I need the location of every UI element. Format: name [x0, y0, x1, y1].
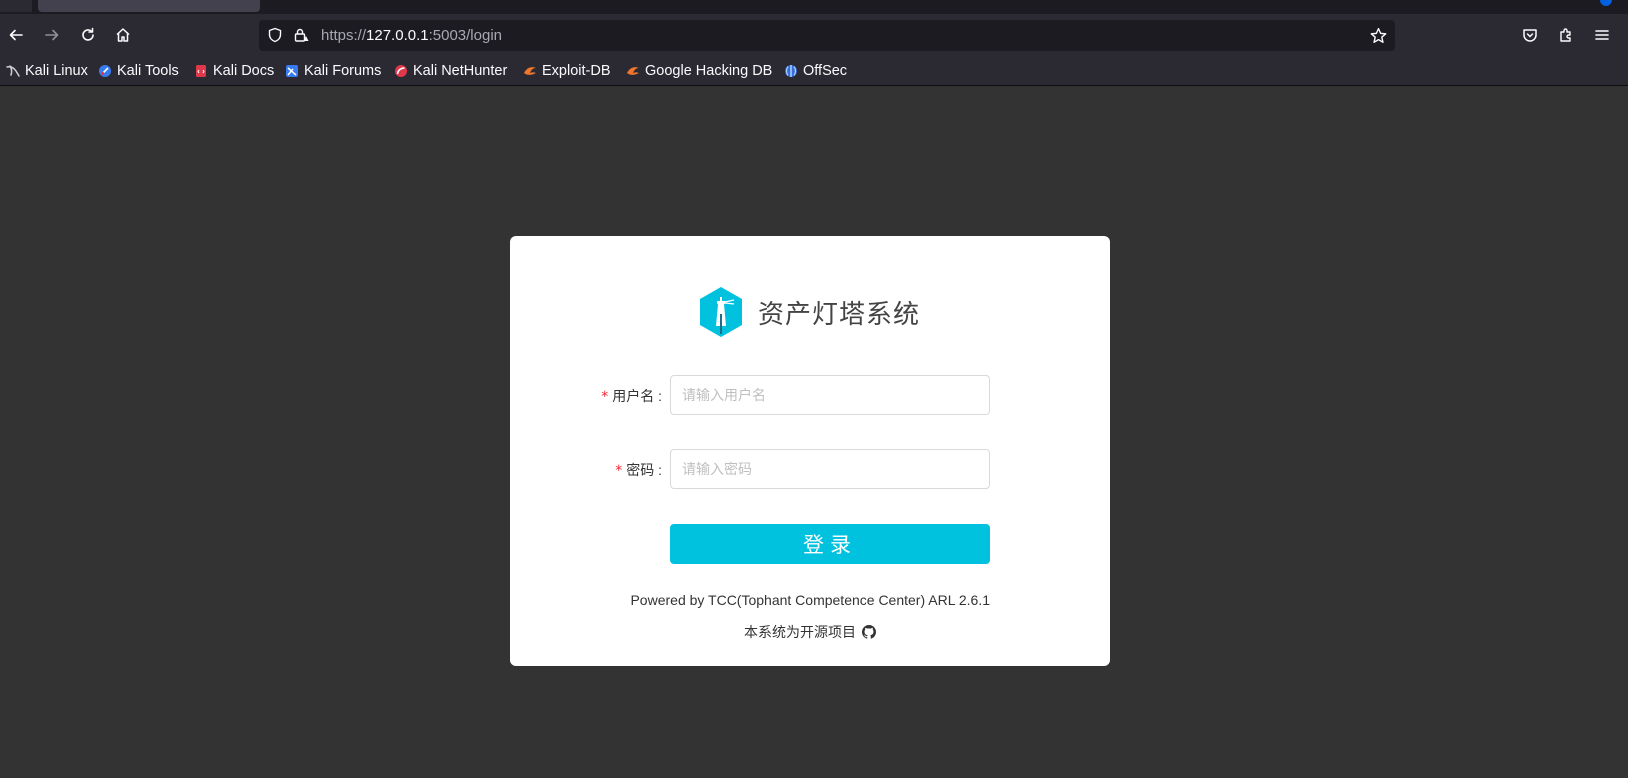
shield-icon[interactable]: [267, 27, 283, 43]
bookmark-label: Kali Docs: [213, 63, 275, 79]
kali-dragon-icon: [6, 65, 20, 77]
url-text[interactable]: https://127.0.0.1:5003/login: [321, 27, 502, 44]
bookmark-offsec[interactable]: OffSec: [784, 61, 847, 81]
label-colon: :: [658, 462, 662, 478]
kali-docs-icon: [196, 65, 206, 77]
offsec-icon: [785, 65, 797, 77]
bookmark-star-icon[interactable]: [1370, 27, 1387, 44]
label-colon: :: [658, 388, 662, 404]
login-button[interactable]: 登录: [670, 524, 990, 564]
url-path: :5003/login: [428, 27, 502, 44]
powered-by-text: Powered by TCC(Tophant Competence Center…: [630, 592, 990, 608]
lighthouse-logo-icon: [700, 287, 742, 337]
insecure-lock-icon[interactable]: [293, 27, 309, 43]
bookmark-kali-docs[interactable]: Kali Docs: [194, 61, 274, 81]
open-source-text: 本系统为开源项目: [744, 624, 856, 640]
reload-button[interactable]: [73, 20, 103, 50]
pocket-icon: [1523, 29, 1537, 42]
required-mark: *: [615, 463, 623, 479]
arrow-right-icon: [45, 29, 59, 41]
bookmark-label: Google Hacking DB: [645, 63, 773, 79]
bookmark-kali-tools[interactable]: Kali Tools: [98, 61, 179, 81]
menu-button[interactable]: [1587, 20, 1617, 50]
bookmark-label: Kali Tools: [117, 63, 179, 79]
bookmark-kali-linux[interactable]: Kali Linux: [6, 61, 88, 81]
brand-header: 资产灯塔系统: [698, 286, 920, 338]
bookmark-label: Kali Forums: [304, 63, 382, 79]
exploit-db-icon: [524, 67, 536, 75]
ghdb-icon: [627, 67, 639, 75]
address-bar[interactable]: https://127.0.0.1:5003/login: [259, 20, 1395, 51]
username-label-text: 用户名: [612, 388, 655, 404]
password-input[interactable]: [670, 449, 990, 489]
bookmark-exploit-db[interactable]: Exploit-DB: [523, 61, 611, 81]
tab-overflow[interactable]: [0, 0, 32, 12]
bookmark-google-hacking-db[interactable]: Google Hacking DB: [626, 61, 772, 81]
password-label-text: 密码: [626, 462, 655, 478]
kali-forums-icon: [286, 65, 298, 77]
login-card: 资产灯塔系统 *用户名 : *密码 : 登录 Powered by TCC(To…: [510, 236, 1110, 666]
arrow-left-icon: [9, 29, 23, 41]
bookmark-label: Kali Linux: [25, 63, 88, 79]
username-label: * 用户名 :: [601, 386, 662, 406]
pocket-button[interactable]: [1515, 20, 1545, 50]
username-input[interactable]: [670, 375, 990, 415]
reload-icon: [82, 27, 94, 41]
tab-strip: [0, 0, 1628, 14]
bookmark-kali-forums[interactable]: Kali Forums: [285, 61, 381, 81]
hamburger-menu-icon: [1595, 30, 1609, 40]
extensions-button[interactable]: [1551, 20, 1581, 50]
github-icon[interactable]: [862, 625, 876, 639]
url-scheme: https://: [321, 27, 367, 44]
kali-nethunter-icon: [395, 65, 407, 77]
forward-button[interactable]: [37, 20, 67, 50]
active-tab[interactable]: [38, 0, 260, 12]
bookmark-kali-nethunter[interactable]: Kali NetHunter: [394, 61, 507, 81]
system-title: 资产灯塔系统: [758, 298, 921, 329]
home-button[interactable]: [108, 20, 138, 50]
back-button[interactable]: [1, 20, 31, 50]
kali-tools-icon: [99, 65, 111, 77]
open-source-note: 本系统为开源项目: [510, 622, 1110, 642]
puzzle-icon: [1560, 28, 1571, 42]
bookmark-label: OffSec: [803, 63, 848, 79]
url-host: 127.0.0.1: [366, 27, 429, 44]
bookmark-label: Kali NetHunter: [413, 63, 508, 79]
password-label: * 密码 :: [615, 460, 662, 480]
bookmark-label: Exploit-DB: [542, 63, 611, 79]
home-icon: [116, 28, 130, 42]
bookmarks-toolbar: Kali Linux Kali Tools Kali Docs Kali For…: [0, 56, 1628, 86]
required-mark: *: [601, 389, 609, 405]
account-avatar[interactable]: [1600, 0, 1612, 6]
